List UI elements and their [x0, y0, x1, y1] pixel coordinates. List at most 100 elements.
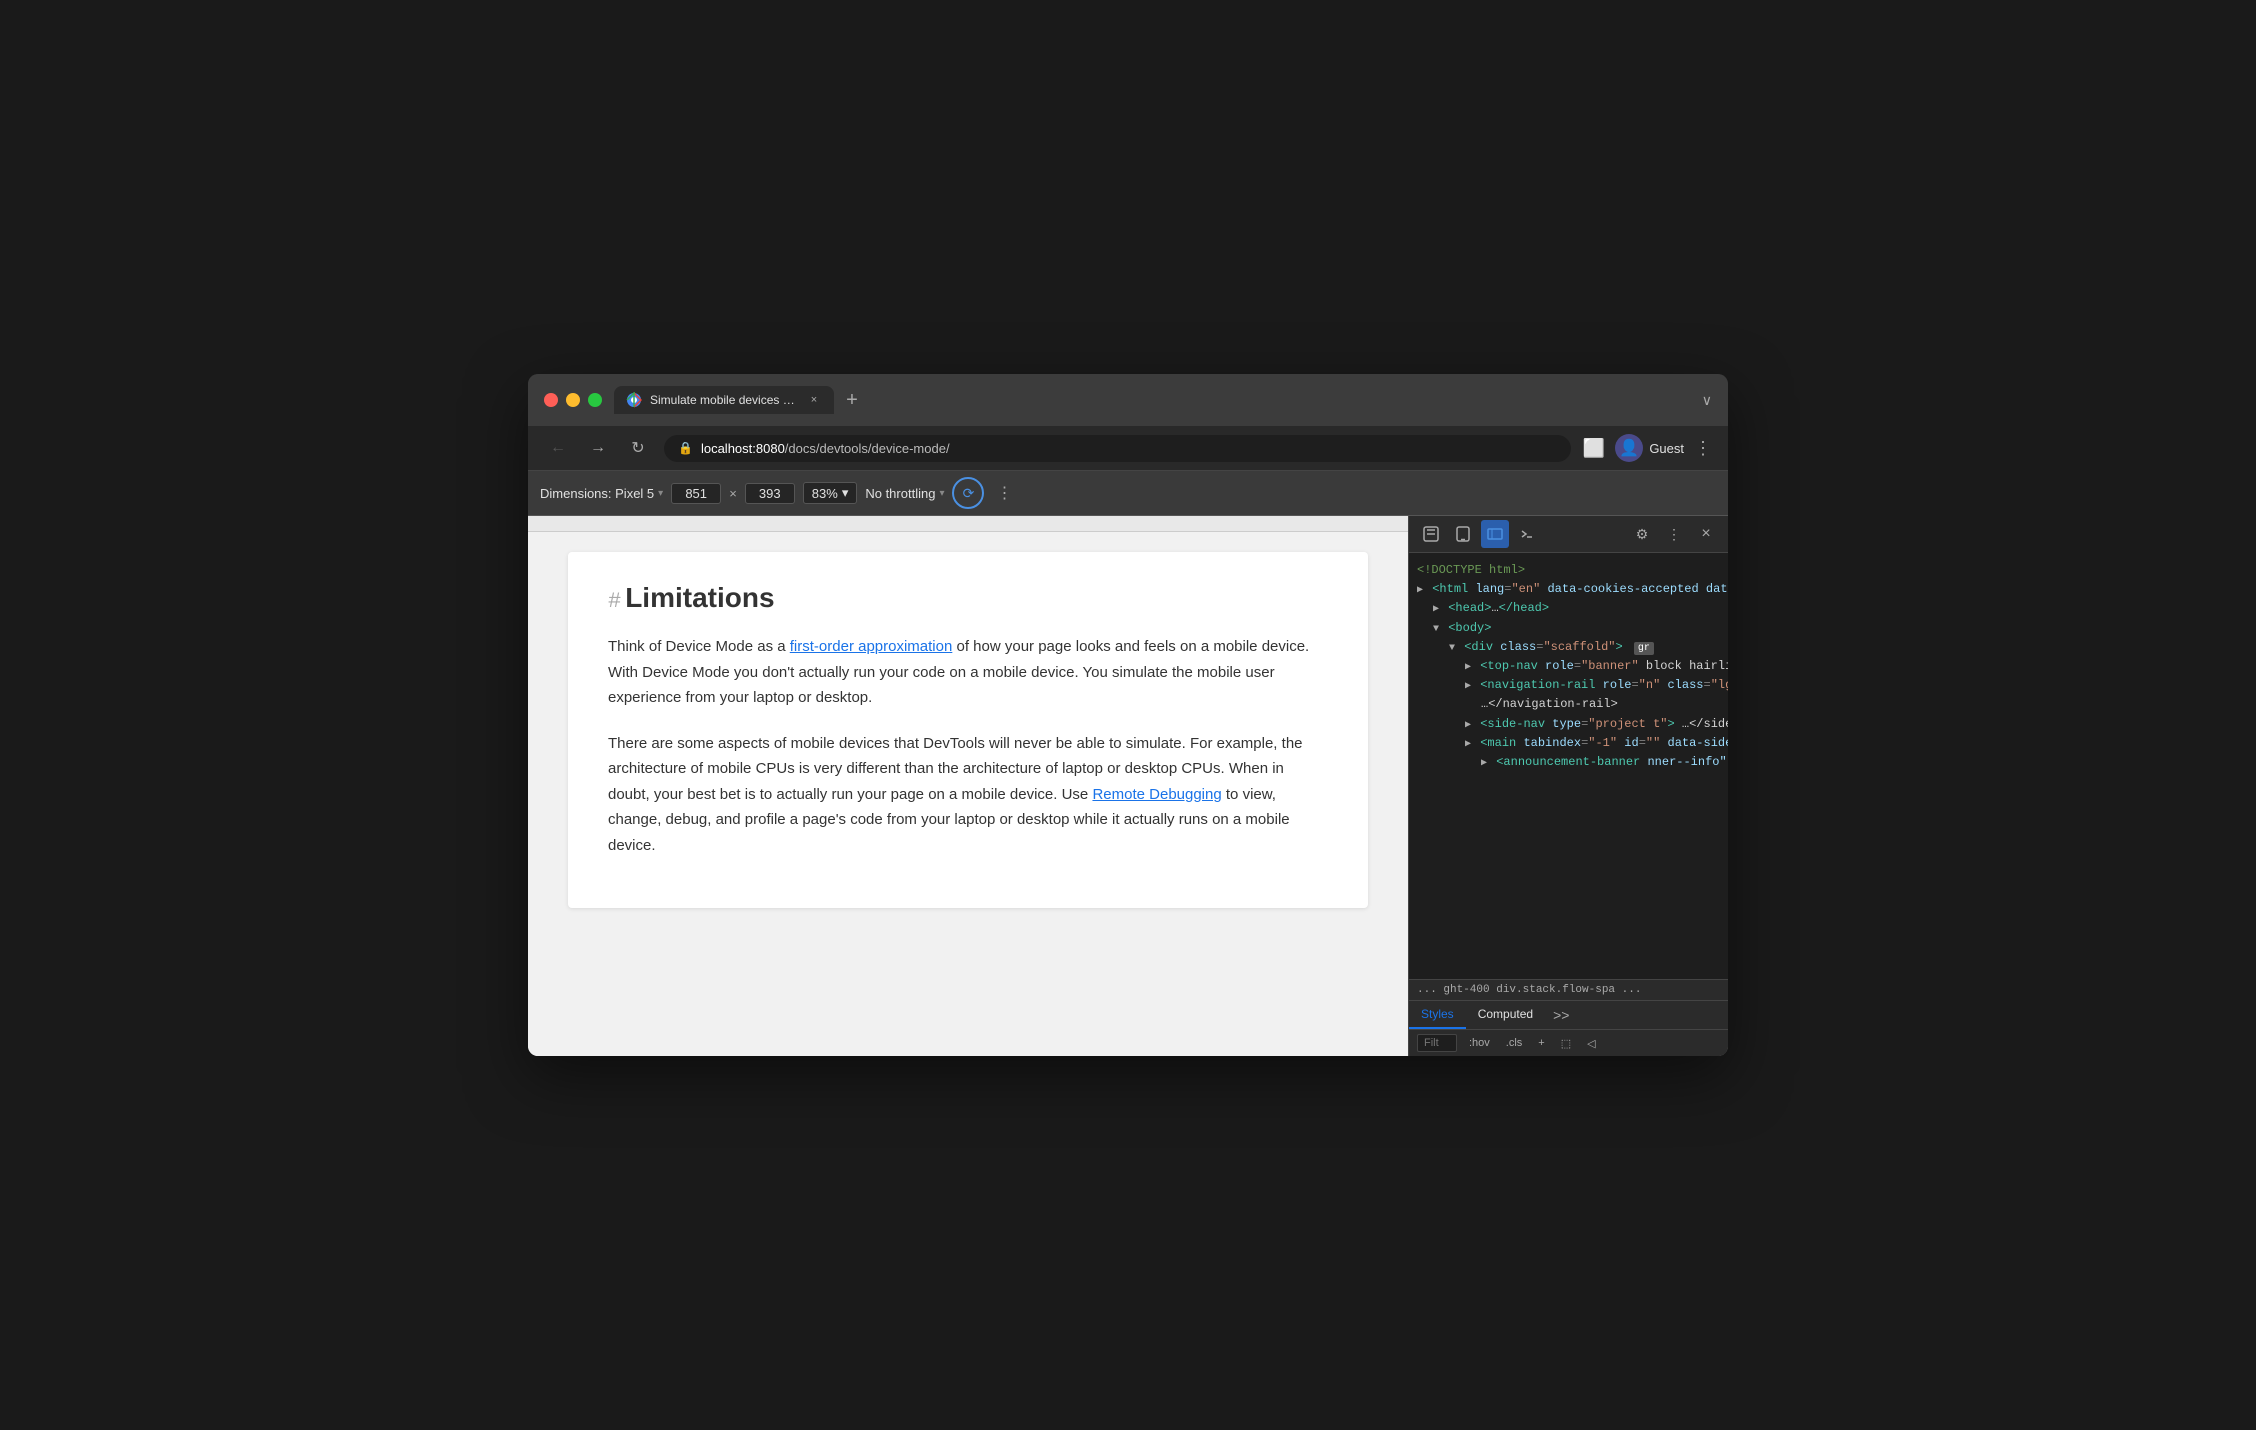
- toolbar-more-icon[interactable]: ⋮: [996, 483, 1012, 503]
- hov-button[interactable]: :hov: [1465, 1035, 1494, 1051]
- tab-favicon: [626, 392, 642, 408]
- url-bar[interactable]: 🔒 localhost:8080/docs/devtools/device-mo…: [664, 435, 1571, 462]
- close-button[interactable]: [544, 393, 558, 407]
- html-line-div-scaffold[interactable]: ▼ <div class="scaffold"> gr: [1417, 638, 1720, 657]
- zoom-dropdown-icon: ▾: [842, 485, 849, 501]
- console-icon: [1519, 526, 1535, 542]
- expand-icon[interactable]: ▶: [1465, 720, 1471, 731]
- tab-styles[interactable]: Styles: [1409, 1001, 1466, 1029]
- traffic-lights: [544, 393, 602, 407]
- page-content: # Limitations Think of Device Mode as a …: [568, 552, 1368, 908]
- devtools-html-panel: <!DOCTYPE html> ▶ <html lang="en" data-c…: [1409, 553, 1728, 979]
- html-line-body[interactable]: ▼ <body>: [1417, 619, 1720, 638]
- window-chevron-icon[interactable]: ∨: [1702, 392, 1712, 409]
- profile-icon: 👤: [1619, 438, 1639, 458]
- expand-icon[interactable]: ▶: [1417, 585, 1423, 596]
- page-heading: # Limitations: [608, 582, 1328, 614]
- cast-icon[interactable]: ⬜: [1583, 438, 1605, 459]
- device-tool-button[interactable]: [1449, 520, 1477, 548]
- console-tool-button[interactable]: [1513, 520, 1541, 548]
- throttle-label: No throttling: [865, 486, 935, 501]
- content-area: # Limitations Think of Device Mode as a …: [528, 516, 1728, 1056]
- elements-tool-button[interactable]: [1481, 520, 1509, 548]
- expand-icon[interactable]: ▶: [1465, 681, 1471, 692]
- zoom-label: 83%: [812, 486, 838, 501]
- back-button[interactable]: ←: [544, 434, 572, 462]
- devtools-toolbar: Dimensions: Pixel 5 ▾ × 83% ▾ No throttl…: [528, 471, 1728, 516]
- breadcrumb-bar: ... ght-400 div.stack.flow-spa ...: [1409, 979, 1728, 1000]
- inspect-icon: [1423, 526, 1439, 542]
- cls-button[interactable]: .cls: [1502, 1035, 1527, 1051]
- viewport-ruler: [528, 516, 1408, 532]
- dimensions-selector[interactable]: Dimensions: Pixel 5 ▾: [540, 486, 663, 501]
- style-icon2[interactable]: ◁: [1583, 1035, 1599, 1052]
- address-bar: ← → ↻ 🔒 localhost:8080/docs/devtools/dev…: [528, 426, 1728, 471]
- minimize-button[interactable]: [566, 393, 580, 407]
- settings-tool-button[interactable]: ⚙: [1628, 520, 1656, 548]
- expand-icon[interactable]: ▼: [1433, 624, 1439, 635]
- expand-icon[interactable]: ▶: [1481, 758, 1487, 769]
- html-line-main[interactable]: ▶ <main tabindex="-1" id="" data-side-na…: [1417, 734, 1720, 753]
- first-order-link[interactable]: first-order approximation: [790, 638, 953, 655]
- expand-icon[interactable]: ▶: [1465, 662, 1471, 673]
- address-bar-right: ⬜ 👤 Guest ⋮: [1583, 434, 1712, 462]
- heading-hash: #: [608, 589, 621, 614]
- expand-icon[interactable]: ▶: [1433, 604, 1439, 615]
- close-icon: ×: [1701, 525, 1710, 543]
- profile-button[interactable]: 👤 Guest: [1615, 434, 1684, 462]
- panel-more-button[interactable]: ⋮: [1660, 520, 1688, 548]
- page-title: Limitations: [625, 582, 774, 614]
- height-input[interactable]: [745, 483, 795, 504]
- tab-computed[interactable]: Computed: [1466, 1001, 1545, 1029]
- dimensions-dropdown-icon: ▾: [658, 488, 663, 499]
- styles-filter-input[interactable]: [1417, 1034, 1457, 1052]
- devtools-panel-toolbar: ⚙ ⋮ ×: [1409, 516, 1728, 553]
- panel-more-icon: ⋮: [1667, 526, 1681, 543]
- html-line-nav-rail[interactable]: ▶ <navigation-rail role="n" class="lg:pa…: [1417, 676, 1720, 695]
- html-line-announcement[interactable]: ▶ <announcement-banner nner--info" stora…: [1417, 753, 1720, 772]
- html-line-side-nav[interactable]: ▶ <side-nav type="project t"> …</side-na…: [1417, 715, 1720, 734]
- html-line-head[interactable]: ▶ <head>…</head>: [1417, 599, 1720, 618]
- style-icon1[interactable]: ⬚: [1557, 1035, 1575, 1052]
- url-text: localhost:8080/docs/devtools/device-mode…: [701, 441, 1557, 456]
- paragraph-1: Think of Device Mode as a first-order ap…: [608, 634, 1328, 711]
- rotate-button[interactable]: ⟳: [952, 477, 984, 509]
- browser-menu-icon[interactable]: ⋮: [1694, 438, 1712, 459]
- throttle-selector[interactable]: No throttling ▾: [865, 486, 944, 501]
- device-icon: [1455, 526, 1471, 542]
- html-line-html[interactable]: ▶ <html lang="en" data-cookies-accepted …: [1417, 580, 1720, 599]
- profile-label: Guest: [1649, 441, 1684, 456]
- url-domain: localhost:8080: [701, 441, 785, 456]
- width-input[interactable]: [671, 483, 721, 504]
- remote-debugging-link[interactable]: Remote Debugging: [1092, 786, 1221, 803]
- new-tab-button[interactable]: +: [838, 386, 866, 414]
- html-line-top-nav[interactable]: ▶ <top-nav role="banner" block hairline-…: [1417, 657, 1720, 676]
- badge: gr: [1634, 642, 1654, 655]
- styles-more-icon[interactable]: >>: [1545, 1003, 1577, 1027]
- maximize-button[interactable]: [588, 393, 602, 407]
- styles-tabs-bar: Styles Computed >>: [1409, 1000, 1728, 1029]
- expand-icon[interactable]: ▼: [1449, 643, 1455, 654]
- tab-close-button[interactable]: ×: [806, 392, 822, 408]
- forward-button[interactable]: →: [584, 434, 612, 462]
- url-path: /docs/devtools/device-mode/: [785, 441, 950, 456]
- zoom-selector[interactable]: 83% ▾: [803, 482, 858, 504]
- throttle-dropdown-icon: ▾: [939, 488, 944, 499]
- html-line-doctype: <!DOCTYPE html>: [1417, 561, 1720, 580]
- settings-icon: ⚙: [1636, 526, 1649, 543]
- html-line-nav-rail-close: …</navigation-rail>: [1417, 695, 1720, 714]
- add-style-button[interactable]: +: [1534, 1035, 1548, 1051]
- inspect-tool-button[interactable]: [1417, 520, 1445, 548]
- para1-pre: Think of Device Mode as a: [608, 638, 790, 655]
- paragraph-2: There are some aspects of mobile devices…: [608, 731, 1328, 859]
- lock-icon: 🔒: [678, 441, 693, 455]
- profile-avatar: 👤: [1615, 434, 1643, 462]
- dimensions-label: Dimensions: Pixel 5: [540, 486, 654, 501]
- expand-icon[interactable]: ▶: [1465, 739, 1471, 750]
- devtools-panel: ⚙ ⋮ × <!DOCTYPE html> ▶ <html lang="en": [1408, 516, 1728, 1056]
- dimension-cross: ×: [729, 486, 737, 501]
- panel-close-button[interactable]: ×: [1692, 520, 1720, 548]
- active-tab[interactable]: Simulate mobile devices with D ×: [614, 386, 834, 414]
- refresh-button[interactable]: ↻: [624, 434, 652, 462]
- browser-window: Simulate mobile devices with D × + ∨ ← →…: [528, 374, 1728, 1056]
